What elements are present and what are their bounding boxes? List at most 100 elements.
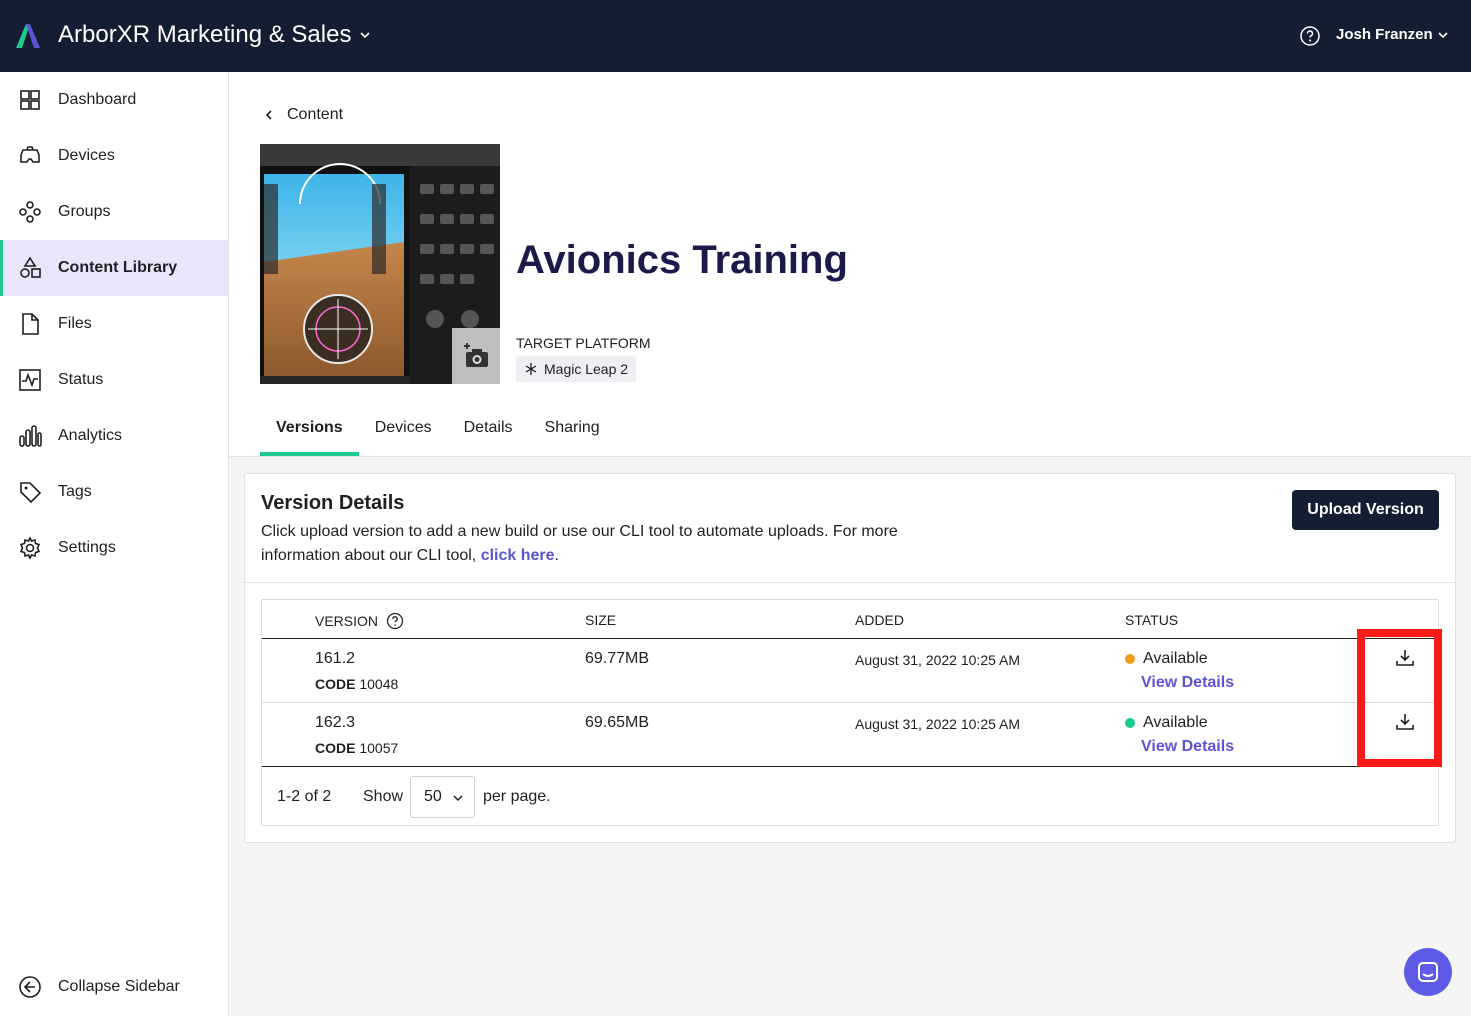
sidebar: Dashboard Devices Groups Content Library…: [0, 72, 229, 1016]
status-text: Available: [1143, 714, 1208, 731]
sidebar-item-content-library[interactable]: Content Library: [0, 240, 228, 296]
sidebar-item-label: Dashboard: [58, 91, 137, 108]
column-header-version: VERSION: [315, 612, 404, 630]
download-highlight-box: [1357, 629, 1442, 767]
tag-icon: [20, 482, 42, 504]
tab-devices[interactable]: Devices: [359, 408, 448, 456]
divider: [245, 582, 1455, 583]
file-icon: [22, 313, 39, 335]
column-header-status[interactable]: STATUS: [1125, 612, 1178, 628]
org-switcher[interactable]: ArborXR Marketing & Sales: [58, 21, 371, 49]
tab-details[interactable]: Details: [448, 408, 529, 456]
status-text: Available: [1143, 650, 1208, 667]
chat-icon: [1418, 962, 1438, 982]
sidebar-item-label: Content Library: [58, 259, 178, 276]
sidebar-item-tags[interactable]: Tags: [0, 464, 228, 520]
sidebar-item-label: Groups: [58, 203, 111, 220]
description-end: .: [554, 547, 559, 564]
content-thumbnail: [260, 144, 500, 384]
column-header-size[interactable]: SIZE: [585, 612, 616, 628]
bar-chart-icon: [19, 425, 42, 447]
help-icon[interactable]: [1300, 26, 1320, 46]
target-platform-label: TARGET PLATFORM: [516, 335, 651, 351]
sidebar-item-files[interactable]: Files: [0, 296, 228, 352]
sidebar-item-label: Devices: [58, 147, 115, 164]
status-dot-icon: [1125, 654, 1135, 664]
table-row: 161.2 CODE 10048 69.77MB August 31, 2022…: [262, 639, 1438, 703]
per-page-value: 50: [424, 788, 442, 805]
sidebar-item-dashboard[interactable]: Dashboard: [0, 72, 228, 128]
version-code: CODE 10048: [315, 676, 398, 692]
chevron-down-icon: [1438, 31, 1448, 38]
show-label: Show: [363, 788, 404, 805]
tab-versions[interactable]: Versions: [260, 408, 359, 456]
sidebar-item-label: Files: [58, 315, 92, 332]
sidebar-item-label: Status: [58, 371, 104, 388]
sidebar-item-label: Tags: [58, 483, 92, 500]
versions-table: VERSION SIZE ADDED STATUS 161.2 CODE 100…: [261, 599, 1439, 826]
magic-leap-icon: [525, 363, 537, 375]
sidebar-item-settings[interactable]: Settings: [0, 520, 228, 576]
view-details-link[interactable]: View Details: [1141, 674, 1234, 692]
view-details-link[interactable]: View Details: [1141, 738, 1234, 756]
version-details-title: Version Details: [261, 492, 405, 514]
headset-icon: [20, 146, 40, 163]
description-text: Click upload version to add a new build …: [261, 523, 898, 564]
camera-add-icon: [464, 343, 488, 367]
status-badge: Available: [1125, 650, 1208, 668]
groups-icon: [19, 201, 41, 223]
org-name: ArborXR Marketing & Sales: [58, 21, 352, 48]
sidebar-item-groups[interactable]: Groups: [0, 184, 228, 240]
user-name: Josh Franzen: [1336, 26, 1433, 43]
pagination-range: 1-2 of 2: [277, 788, 332, 805]
gear-icon: [19, 536, 41, 560]
sidebar-item-devices[interactable]: Devices: [0, 128, 228, 184]
code-value: 10057: [359, 740, 399, 756]
code-label: CODE: [315, 676, 356, 692]
chevron-left-icon: [265, 110, 272, 120]
version-number: 161.2: [315, 650, 356, 667]
sidebar-item-analytics[interactable]: Analytics: [0, 408, 228, 464]
cli-docs-link[interactable]: click here: [481, 547, 555, 564]
back-label: Content: [287, 106, 344, 123]
platform-name: Magic Leap 2: [544, 361, 629, 377]
status-dot-icon: [1125, 718, 1135, 728]
column-header-added[interactable]: ADDED: [855, 612, 904, 628]
version-details-description: Click upload version to add a new build …: [261, 520, 921, 568]
collapse-sidebar-label: Collapse Sidebar: [58, 978, 180, 995]
per-page-select[interactable]: 50: [410, 776, 475, 818]
file-size: 69.65MB: [585, 714, 650, 731]
change-thumbnail-button[interactable]: [452, 328, 500, 384]
status-badge: Available: [1125, 714, 1208, 732]
added-date: August 31, 2022 10:25 AM: [855, 652, 1021, 668]
version-details-card: Version Details Click upload version to …: [244, 473, 1456, 843]
chevron-down-icon: [453, 795, 463, 802]
sidebar-item-status[interactable]: Status: [0, 352, 228, 408]
dashboard-icon: [20, 90, 40, 110]
version-code: CODE 10057: [315, 740, 398, 756]
pulse-icon: [19, 369, 41, 391]
arrow-left-circle-icon: [19, 976, 41, 998]
version-number: 162.3: [315, 714, 356, 731]
content-title: Avionics Training: [516, 238, 848, 282]
help-icon[interactable]: [386, 612, 404, 630]
sidebar-item-label: Settings: [58, 539, 116, 556]
tab-sharing[interactable]: Sharing: [529, 408, 616, 456]
user-menu[interactable]: Josh Franzen: [1336, 26, 1449, 43]
code-value: 10048: [359, 676, 399, 692]
back-to-content-link[interactable]: Content: [261, 106, 343, 124]
per-page-label: per page.: [483, 788, 551, 805]
pagination: 1-2 of 2 Show 50 per page.: [262, 768, 1438, 826]
platform-badge: Magic Leap 2: [516, 356, 637, 382]
table-row: 162.3 CODE 10057 69.65MB August 31, 2022…: [262, 703, 1438, 767]
sidebar-item-label: Analytics: [58, 427, 123, 444]
content-header: Content Avionics Training TARGET PLATFOR…: [229, 72, 1471, 457]
collapse-sidebar-button[interactable]: Collapse Sidebar: [0, 959, 228, 1015]
arborxr-logo-icon[interactable]: [14, 20, 42, 50]
added-date: August 31, 2022 10:25 AM: [855, 716, 1021, 732]
file-size: 69.77MB: [585, 650, 650, 667]
code-label: CODE: [315, 740, 356, 756]
content-tabs: Versions Devices Details Sharing: [260, 408, 616, 456]
upload-version-button[interactable]: Upload Version: [1292, 490, 1439, 530]
support-chat-button[interactable]: [1404, 948, 1452, 996]
